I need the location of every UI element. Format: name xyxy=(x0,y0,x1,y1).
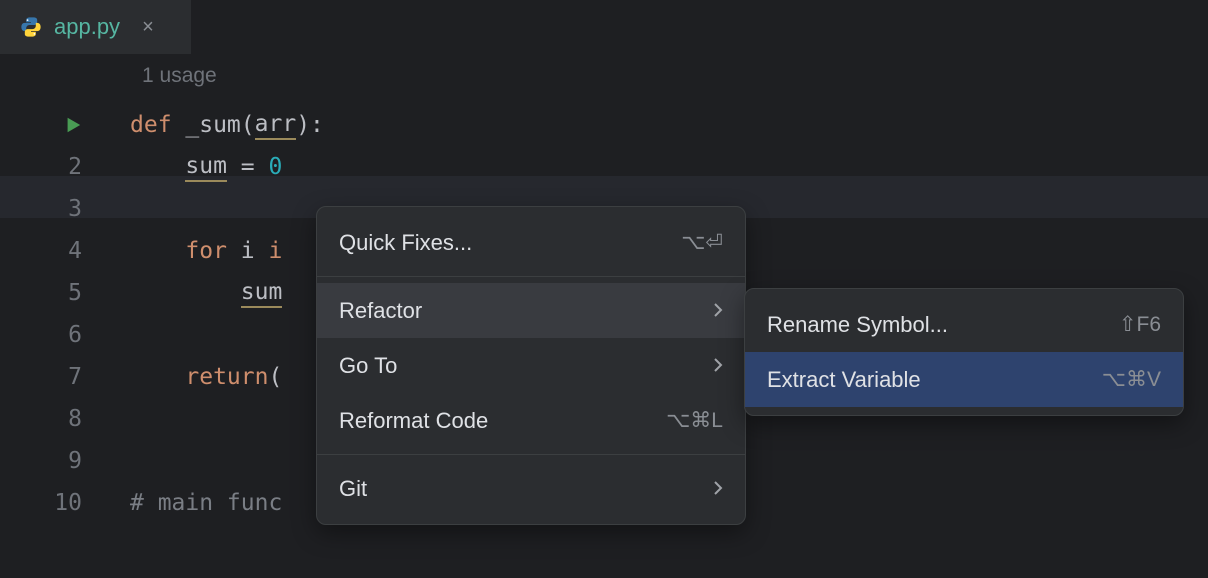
context-submenu-refactor: Rename Symbol... ⇧F6 Extract Variable ⌥⌘… xyxy=(744,288,1184,416)
chevron-right-icon xyxy=(713,298,723,324)
code-line: # main func xyxy=(130,482,324,524)
tab-bar: app.py × xyxy=(0,0,1208,54)
run-gutter-icon[interactable] xyxy=(0,104,100,146)
line-number: 7 xyxy=(0,356,100,398)
menu-item-extract-variable[interactable]: Extract Variable ⌥⌘V xyxy=(745,352,1183,407)
tab-filename: app.py xyxy=(54,14,120,40)
line-number: 2 xyxy=(0,146,100,188)
code-line xyxy=(130,398,324,440)
code-line: sum = 0 xyxy=(130,146,324,188)
line-number: 9 xyxy=(0,440,100,482)
line-number: 8 xyxy=(0,398,100,440)
shortcut-label: ⌥⌘L xyxy=(666,408,723,433)
menu-item-reformat[interactable]: Reformat Code ⌥⌘L xyxy=(317,393,745,448)
code-line xyxy=(130,440,324,482)
chevron-right-icon xyxy=(713,353,723,379)
menu-separator xyxy=(317,454,745,455)
menu-item-quick-fixes[interactable]: Quick Fixes... ⌥⏎ xyxy=(317,215,745,270)
line-number: 6 xyxy=(0,314,100,356)
code-line: sum xyxy=(130,272,324,314)
menu-item-rename[interactable]: Rename Symbol... ⇧F6 xyxy=(745,297,1183,352)
line-number: 10 xyxy=(0,482,100,524)
code-line: def _sum(arr): xyxy=(130,104,324,146)
shortcut-label: ⌥⌘V xyxy=(1102,367,1161,392)
code-line: return( xyxy=(130,356,324,398)
chevron-right-icon xyxy=(713,476,723,502)
close-icon[interactable]: × xyxy=(138,13,158,41)
code-line xyxy=(130,188,324,230)
menu-separator xyxy=(317,276,745,277)
code-content[interactable]: 1 usage def _sum(arr): sum = 0 for i i s… xyxy=(130,104,324,524)
usage-hint[interactable]: 1 usage xyxy=(142,64,217,88)
code-line xyxy=(130,314,324,356)
gutter: 2 3 4 5 6 7 8 9 10 xyxy=(0,104,100,524)
context-menu: Quick Fixes... ⌥⏎ Refactor Go To Reforma… xyxy=(316,206,746,525)
code-editor[interactable]: 2 3 4 5 6 7 8 9 10 1 usage def _sum(arr)… xyxy=(0,54,1208,104)
python-icon xyxy=(20,16,42,38)
code-line: for i i xyxy=(130,230,324,272)
menu-item-refactor[interactable]: Refactor xyxy=(317,283,745,338)
menu-item-git[interactable]: Git xyxy=(317,461,745,516)
shortcut-label: ⇧F6 xyxy=(1119,312,1161,337)
line-number: 3 xyxy=(0,188,100,230)
editor-tab[interactable]: app.py × xyxy=(0,0,192,54)
line-number: 4 xyxy=(0,230,100,272)
shortcut-label: ⌥⏎ xyxy=(681,230,723,255)
line-number: 5 xyxy=(0,272,100,314)
menu-item-goto[interactable]: Go To xyxy=(317,338,745,393)
